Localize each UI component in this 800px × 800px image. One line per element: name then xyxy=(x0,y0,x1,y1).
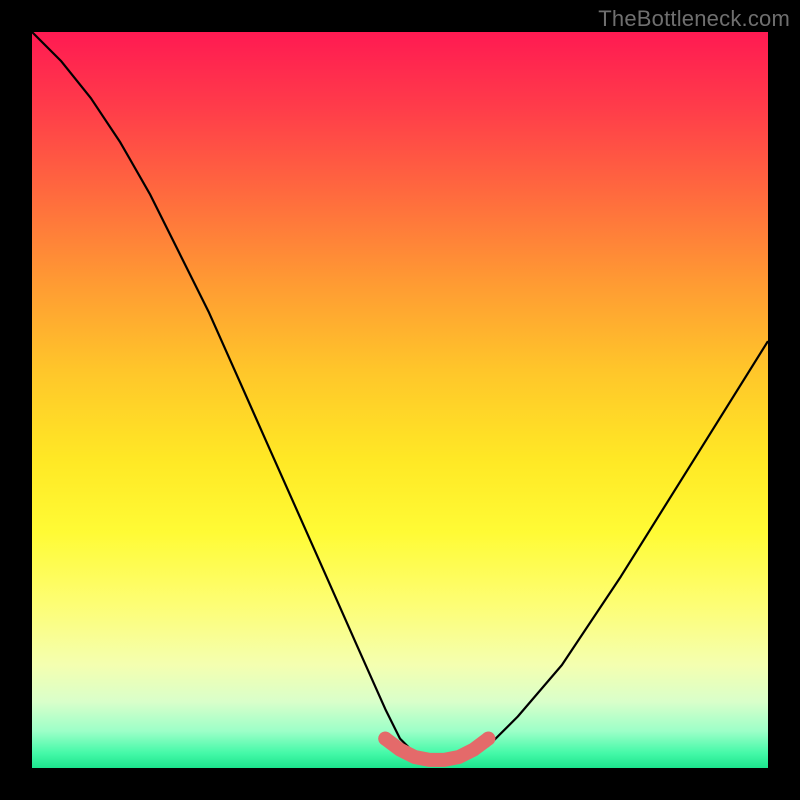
plot-area xyxy=(32,32,768,768)
highlight-end-dot xyxy=(481,732,495,746)
bottom-highlight xyxy=(385,739,488,760)
chart-frame: TheBottleneck.com xyxy=(0,0,800,800)
watermark-text: TheBottleneck.com xyxy=(598,6,790,32)
curve-svg xyxy=(32,32,768,768)
highlight-start-dot xyxy=(378,732,392,746)
bottleneck-curve xyxy=(32,32,768,761)
